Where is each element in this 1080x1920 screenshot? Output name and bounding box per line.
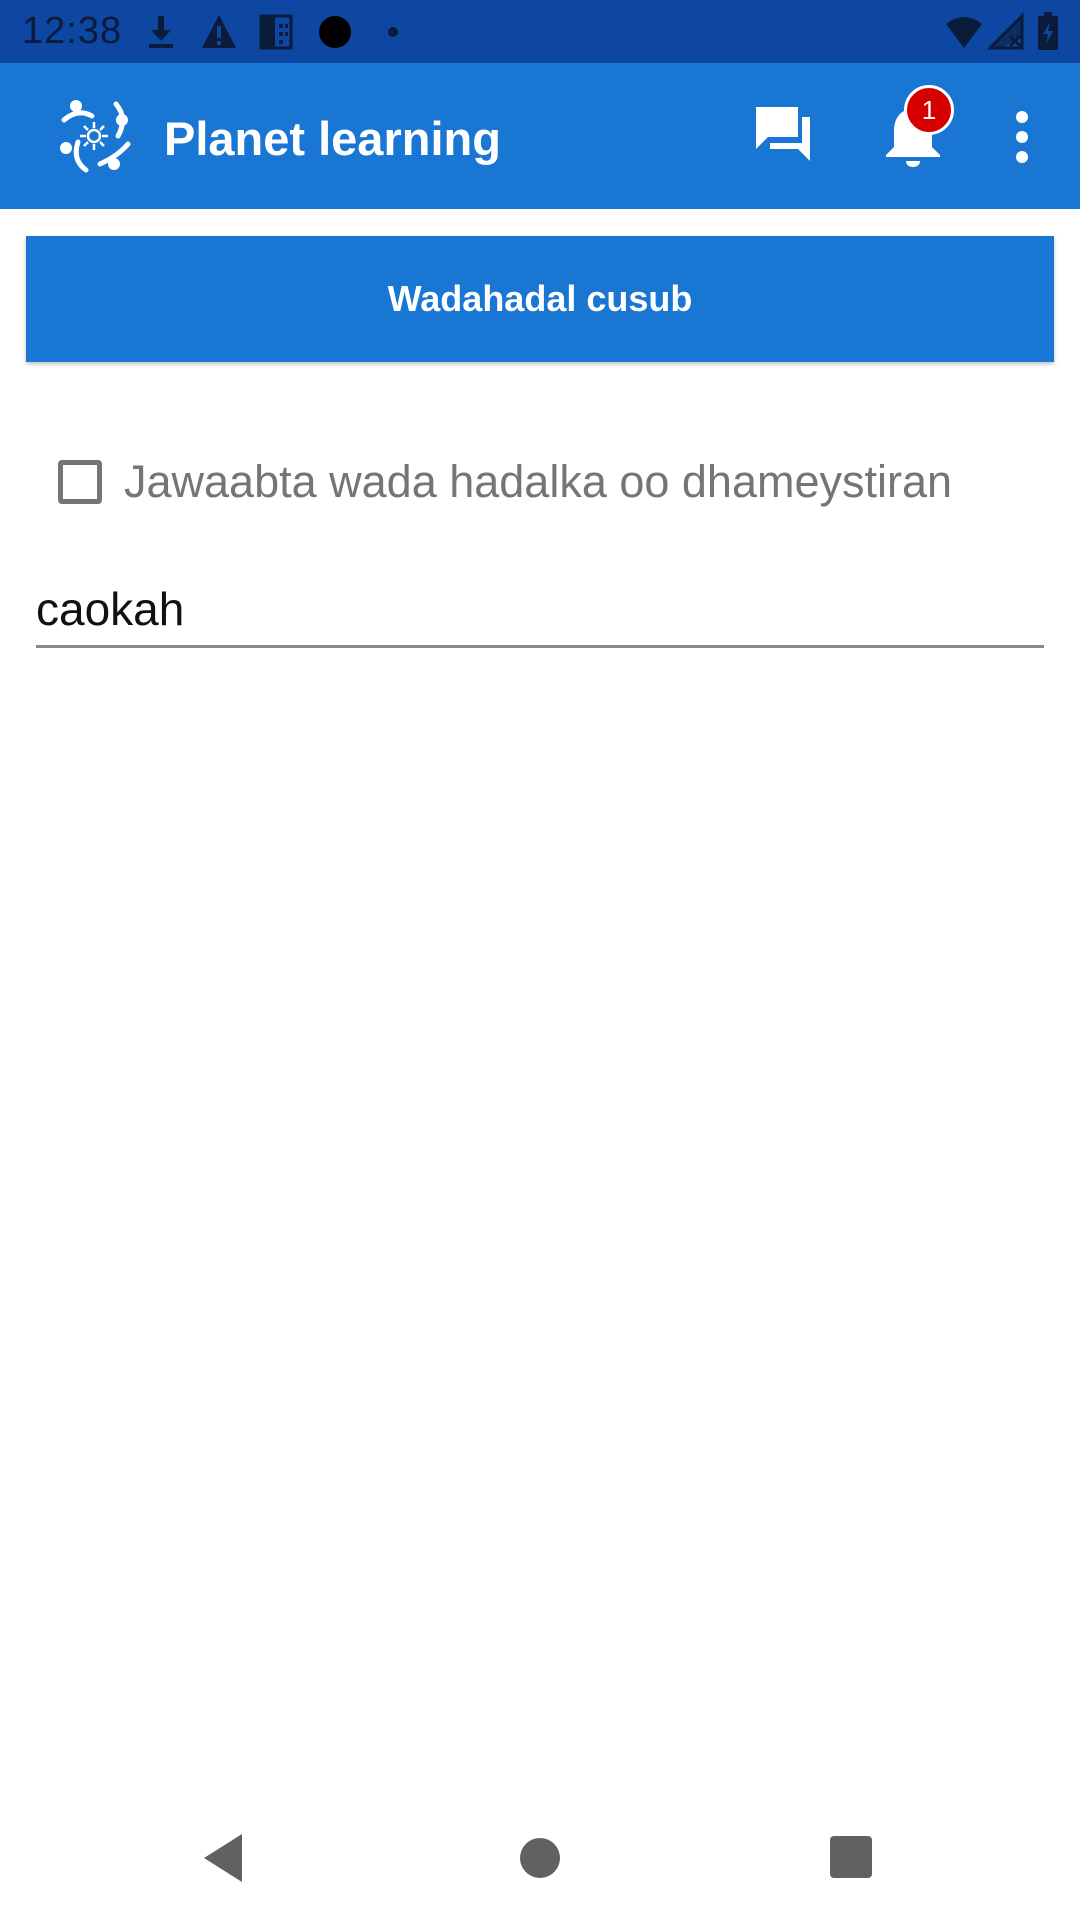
discussion-text-input[interactable]: caokah	[36, 576, 1044, 648]
signal-icon	[988, 12, 1024, 50]
app-title: Planet learning	[164, 112, 501, 165]
download-icon	[149, 16, 173, 48]
checkbox-label: Jawaabta wada hadalka oo dhameystiran	[124, 456, 953, 507]
warning-icon	[202, 15, 236, 48]
building-icon	[259, 14, 293, 50]
recents-icon[interactable]	[830, 1836, 872, 1878]
status-time: 12:38	[22, 10, 123, 52]
status-bar: 12:38	[0, 0, 1080, 63]
small-dot-icon	[388, 27, 398, 37]
new-discussion-button[interactable]: Wadahadal cusub	[26, 236, 1054, 362]
discussion-text-value: caokah	[36, 583, 185, 635]
record-dot-icon	[319, 16, 351, 48]
app-bar: Planet learning 1	[0, 63, 1080, 209]
wifi-icon	[946, 17, 982, 48]
screen: 12:38 Planet learning 1 Wadahadal cusub …	[0, 0, 1080, 1920]
planet-logo-icon	[60, 100, 131, 173]
new-discussion-label: Wadahadal cusub	[387, 278, 693, 319]
home-icon[interactable]	[520, 1838, 560, 1878]
notification-badge: 1	[904, 85, 954, 135]
more-vert-icon[interactable]	[1002, 107, 1042, 167]
discussion-complete-checkbox[interactable]	[58, 460, 102, 504]
battery-charging-icon	[1038, 12, 1058, 50]
back-icon[interactable]	[200, 1830, 250, 1886]
discussion-complete-checkbox-row[interactable]: Jawaabta wada hadalka oo dhameystiran	[58, 456, 952, 508]
chat-icon[interactable]	[752, 103, 816, 167]
